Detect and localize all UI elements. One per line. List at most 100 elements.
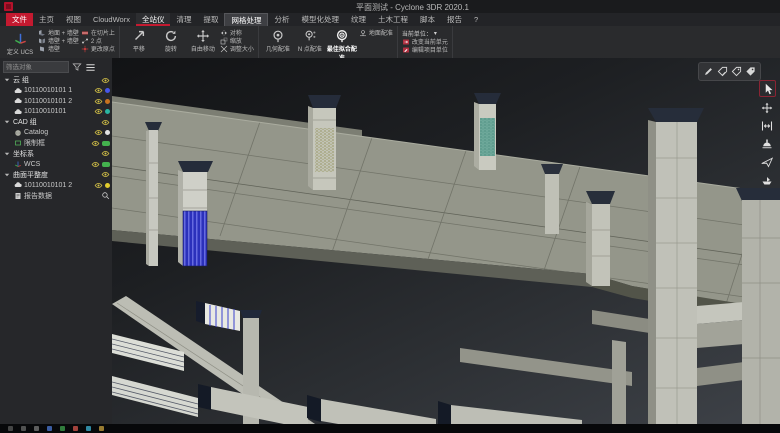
tree-item-row[interactable]: Catalog (0, 128, 112, 139)
taskbar-app-icon-0[interactable] (8, 426, 13, 431)
visibility-eye-icon[interactable] (101, 118, 110, 127)
unit-edit-icon (402, 46, 410, 54)
color-swatch[interactable] (105, 99, 110, 104)
ribbon-tab-12[interactable]: 脚本 (414, 13, 441, 26)
define-ucs-button[interactable]: 定义 UCS (4, 27, 36, 59)
fit-width-icon[interactable] (759, 118, 774, 133)
visibility-eye-icon[interactable] (94, 86, 103, 95)
color-swatch[interactable] (105, 109, 110, 114)
tree-group-row[interactable]: 坐标系 (0, 149, 112, 160)
taskbar-app-icon-6[interactable] (86, 426, 91, 431)
group1-small-0[interactable]: 对称 (220, 29, 254, 36)
tree-item-row[interactable]: 10110010101 1 (0, 86, 112, 97)
toggle-pill[interactable] (102, 141, 110, 146)
color-swatch[interactable] (105, 183, 110, 188)
scan-station-icon[interactable] (759, 136, 774, 151)
visibility-eye-icon[interactable] (94, 181, 103, 190)
ucs-option-3[interactable]: 在切片上 (81, 29, 115, 36)
taskbar-app-icon-3[interactable] (47, 426, 52, 431)
panel-menu-icon[interactable] (85, 62, 96, 73)
ucs-option-5[interactable]: 更改原点 (81, 45, 115, 52)
group1-tool-0[interactable]: 平移 (124, 27, 154, 59)
filter-input[interactable] (3, 61, 69, 73)
tag-edit-icon[interactable] (731, 66, 742, 77)
ucs-option-0[interactable]: 地面 + 墙壁 (38, 29, 79, 36)
group2-tool-1-label: N 点配准 (298, 44, 322, 53)
group2-tool-2[interactable]: 最佳拟合配准 (327, 27, 357, 59)
group2-tool-1[interactable]: N 点配准 (295, 27, 325, 59)
os-taskbar[interactable] (0, 424, 780, 433)
translate-icon (132, 29, 146, 43)
ribbon-tab-0[interactable]: 文件 (6, 13, 33, 26)
toggle-pill[interactable] (102, 162, 110, 167)
visibility-eye-icon[interactable] (91, 139, 100, 148)
ribbon-tab-13[interactable]: 报告 (441, 13, 468, 26)
tree-item-row[interactable]: WCS (0, 159, 112, 170)
pin-icon (271, 29, 285, 43)
label-tag-icon[interactable] (745, 66, 756, 77)
visibility-eye-icon[interactable] (94, 128, 103, 137)
color-swatch[interactable] (105, 88, 110, 93)
ribbon-tab-11[interactable]: 土木工程 (372, 13, 414, 26)
group1-small-2[interactable]: 调整大小 (220, 45, 254, 52)
sphere-icon (14, 129, 22, 137)
filter-funnel-icon[interactable] (72, 62, 82, 72)
tree-item-row[interactable]: 限制框 (0, 138, 112, 149)
ucs-option-4[interactable]: 2 点 (81, 37, 115, 44)
tag-annotate-icon[interactable] (717, 66, 728, 77)
group1-small-1[interactable]: 缩放 (220, 37, 254, 44)
current-unit-dropdown[interactable]: 当前单位：▾ (402, 29, 448, 37)
ribbon-tab-3[interactable]: CloudWorx (87, 13, 136, 26)
tree-group-row[interactable]: 云 组 (0, 75, 112, 86)
chevron-icon[interactable] (3, 171, 11, 179)
ribbon-tab-7[interactable]: 网格处理 (224, 13, 268, 26)
inspect-magnifier-icon[interactable] (101, 191, 110, 200)
color-swatch[interactable] (105, 130, 110, 135)
tree-group-row[interactable]: CAD 组 (0, 117, 112, 128)
tree-item-row[interactable]: 10110010101 2 (0, 96, 112, 107)
pan-move-icon[interactable] (759, 100, 774, 115)
ribbon-tab-8[interactable]: 分析 (268, 13, 295, 26)
unit-action-1[interactable]: 编辑项目单位 (402, 46, 448, 53)
ribbon-tab-1[interactable]: 主页 (33, 13, 60, 26)
ribbon-tab-14[interactable]: ? (468, 13, 484, 26)
visibility-eye-icon[interactable] (94, 97, 103, 106)
orbit-ship-icon[interactable] (759, 172, 774, 187)
viewport-3d[interactable] (112, 58, 780, 424)
tree-item-row[interactable]: 报告数据 (0, 191, 112, 202)
visibility-eye-icon[interactable] (91, 160, 100, 169)
ribbon-tab-10[interactable]: 纹理 (345, 13, 372, 26)
ucs-options-col2: 在切片上2 点更改原点 (81, 27, 115, 59)
group1-tool-2[interactable]: 自由移动 (188, 27, 218, 59)
group1-tool-1[interactable]: 旋转 (156, 27, 186, 59)
chevron-icon[interactable] (3, 76, 11, 84)
tree-item-row[interactable]: 10110010101 (0, 107, 112, 118)
tree-item-row[interactable]: 10110010101 2 (0, 180, 112, 191)
group2-tool-0[interactable]: 几何配准 (263, 27, 293, 59)
ucs-option-2[interactable]: 墙壁 (38, 45, 79, 52)
chevron-icon[interactable] (3, 118, 11, 126)
ribbon-tab-5[interactable]: 清理 (170, 13, 197, 26)
unit-action-0[interactable]: 改变当前单元 (402, 38, 448, 45)
visibility-eye-icon[interactable] (101, 170, 110, 179)
group2-small-0[interactable]: 地面配准 (359, 29, 393, 36)
annotation-toolbar (698, 62, 761, 81)
measure-pen-icon[interactable] (703, 66, 714, 77)
visibility-eye-icon[interactable] (101, 76, 110, 85)
taskbar-app-icon-5[interactable] (73, 426, 78, 431)
ribbon-tab-2[interactable]: 视图 (60, 13, 87, 26)
taskbar-app-icon-7[interactable] (99, 426, 104, 431)
tree-group-row[interactable]: 曲面平整度 (0, 170, 112, 181)
ucs-option-1[interactable]: 墙壁 + 墙壁 (38, 37, 79, 44)
select-cursor-icon[interactable] (759, 80, 776, 97)
ribbon-tab-9[interactable]: 模型化处理 (295, 13, 345, 26)
ribbon-tab-6[interactable]: 提取 (197, 13, 224, 26)
ribbon-tab-4[interactable]: 全站仪 (136, 13, 171, 26)
visibility-eye-icon[interactable] (101, 149, 110, 158)
taskbar-app-icon-1[interactable] (21, 426, 26, 431)
taskbar-app-icon-2[interactable] (34, 426, 39, 431)
visibility-eye-icon[interactable] (94, 107, 103, 116)
chevron-icon[interactable] (3, 150, 11, 158)
fly-mode-icon[interactable] (759, 154, 774, 169)
taskbar-app-icon-4[interactable] (60, 426, 65, 431)
